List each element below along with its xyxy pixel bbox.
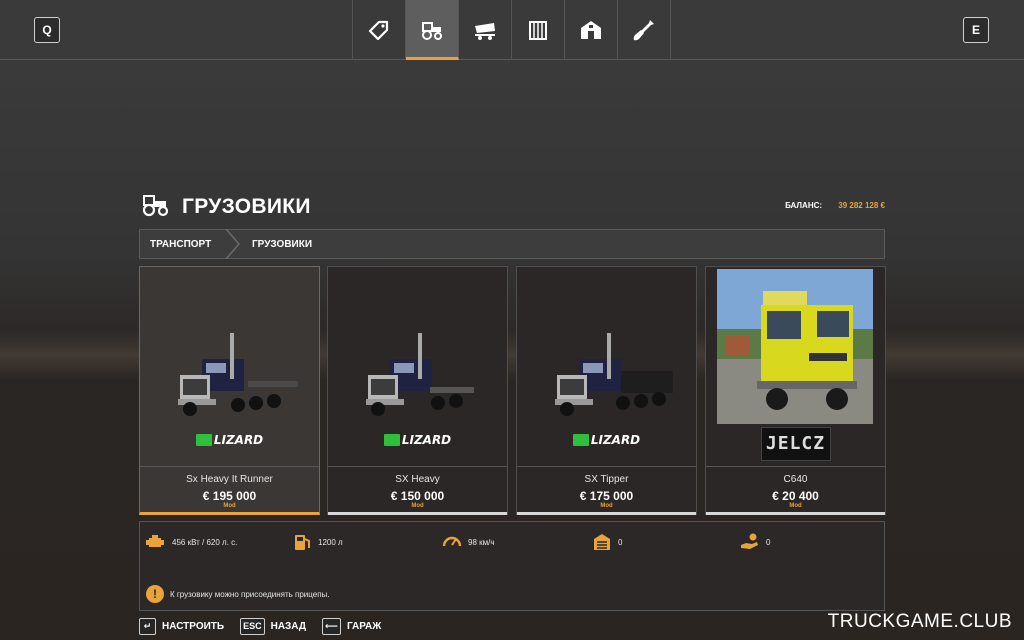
card-info: SX Tipper € 175 000 Mod <box>517 466 696 515</box>
vehicle-stats-panel: 456 кВт / 620 л. с. 1200 л 98 км/ч 0 0 !… <box>139 521 885 611</box>
vehicle-price: € 150 000 <box>390 489 445 503</box>
breadcrumb: ТРАНСПОРТ ГРУЗОВИКИ <box>139 229 885 259</box>
stat-fuel: 1200 л <box>292 532 343 552</box>
card-info: C640 € 20 400 Mod <box>706 466 885 515</box>
vehicle-card-c640[interactable]: JELCZ C640 € 20 400 Mod <box>705 266 886 515</box>
enter-key-icon: ↵ <box>139 618 156 635</box>
vehicle-name: SX Heavy <box>395 474 440 485</box>
vehicle-name: C640 <box>783 474 808 485</box>
stat-income: 0 <box>740 532 770 552</box>
brand-logo-lizard: LIZARD <box>517 433 696 451</box>
info-note: ! К грузовику можно присоединять прицепы… <box>146 585 330 603</box>
action-bar: ↵ НАСТРОИТЬ ESC НАЗАД ⟵ ГАРАЖ <box>139 618 381 635</box>
lizard-logo-icon <box>572 434 589 446</box>
configure-button[interactable]: ↵ НАСТРОИТЬ <box>139 618 224 635</box>
tab-trailers[interactable] <box>459 0 512 60</box>
mod-tag: Mod <box>223 503 236 509</box>
speedometer-icon <box>442 536 462 547</box>
mod-tag: Mod <box>789 503 802 509</box>
mod-tag: Mod <box>411 503 424 509</box>
truck-image <box>366 333 474 416</box>
breadcrumb-item-transport[interactable]: ТРАНСПОРТ <box>150 239 211 250</box>
brand-logo-jelcz: JELCZ <box>706 427 885 461</box>
back-button[interactable]: ESC НАЗАД <box>240 618 306 635</box>
price-tag-icon <box>368 20 389 41</box>
vehicle-card-sx-heavy[interactable]: LIZARD SX Heavy € 150 000 Mod <box>327 266 508 515</box>
fuel-icon <box>295 535 310 550</box>
page-title: ГРУЗОВИКИ <box>182 195 311 218</box>
brand-logo-lizard: LIZARD <box>140 433 319 451</box>
hand-coin-icon <box>741 533 758 549</box>
tab-landscaping[interactable] <box>618 0 671 60</box>
truck-image <box>555 333 673 416</box>
breadcrumb-chevron-icon <box>225 229 240 259</box>
shovel-icon <box>633 20 654 41</box>
garage-button[interactable]: ⟵ ГАРАЖ <box>322 618 381 635</box>
balance: БАЛАНС: 39 282 128 € <box>785 201 885 210</box>
vehicle-card-sx-heavy-it-runner[interactable]: LIZARD Sx Heavy It Runner € 195 000 Mod <box>139 266 320 515</box>
backspace-key-icon: ⟵ <box>322 618 341 635</box>
vehicle-card-sx-tipper[interactable]: LIZARD SX Tipper € 175 000 Mod <box>516 266 697 515</box>
top-bar: Q E <box>0 0 1024 60</box>
next-tab-key[interactable]: E <box>963 17 989 43</box>
esc-key-icon: ESC <box>240 618 265 635</box>
equipment-icon <box>529 21 547 40</box>
category-tabs <box>352 0 671 60</box>
balance-value: 39 282 128 € <box>838 201 885 210</box>
lizard-logo-icon <box>383 434 400 446</box>
stat-power: 456 кВт / 620 л. с. <box>146 532 237 552</box>
prev-tab-key[interactable]: Q <box>34 17 60 43</box>
card-info: Sx Heavy It Runner € 195 000 Mod <box>140 466 319 513</box>
truck-photo <box>717 269 873 424</box>
tab-vehicles[interactable] <box>406 0 459 60</box>
vehicle-name: SX Tipper <box>584 474 629 485</box>
vehicle-price: € 175 000 <box>579 489 634 503</box>
info-icon: ! <box>146 585 164 603</box>
vehicle-price: € 20 400 <box>772 489 819 503</box>
stat-speed: 98 км/ч <box>442 532 495 552</box>
vehicle-price: € 195 000 <box>202 489 257 503</box>
truck-image <box>178 333 298 416</box>
tab-equipment[interactable] <box>512 0 565 60</box>
breadcrumb-item-trucks[interactable]: ГРУЗОВИКИ <box>252 239 312 250</box>
card-info: SX Heavy € 150 000 Mod <box>328 466 507 515</box>
tipper-icon <box>475 23 495 40</box>
barn-icon <box>581 21 601 39</box>
brand-logo-lizard: LIZARD <box>328 433 507 451</box>
tractor-icon <box>142 195 169 217</box>
watermark: TRUCKGAME.CLUB <box>827 611 1012 632</box>
engine-icon <box>146 535 164 547</box>
lizard-logo-icon <box>195 434 212 446</box>
page-header: ГРУЗОВИКИ БАЛАНС: 39 282 128 € <box>140 193 885 223</box>
tab-buildings[interactable] <box>565 0 618 60</box>
balance-label: БАЛАНС: <box>785 201 823 210</box>
tab-sales[interactable] <box>353 0 406 60</box>
vehicle-name: Sx Heavy It Runner <box>186 474 273 485</box>
garage-icon <box>594 534 610 550</box>
stat-upkeep: 0 <box>592 532 622 552</box>
tractor-icon <box>422 21 442 40</box>
mod-tag: Mod <box>600 503 613 509</box>
